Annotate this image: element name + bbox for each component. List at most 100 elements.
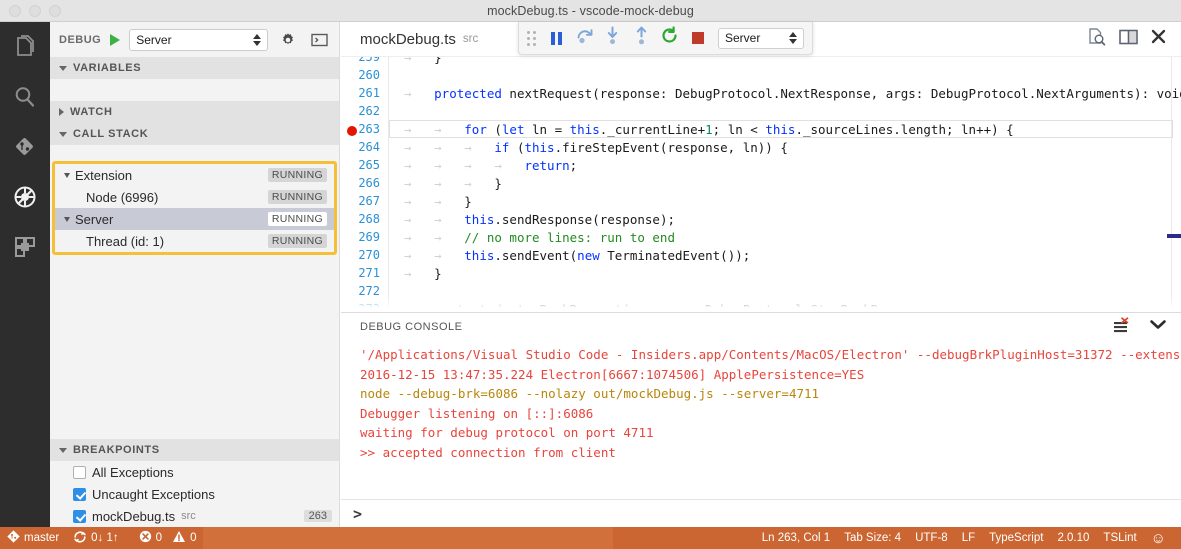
extensions-icon [13, 235, 37, 259]
code-line[interactable]: 268 → → this.sendResponse(response); [341, 210, 1181, 228]
status-tslint[interactable]: TSLint [1096, 527, 1143, 549]
call-stack-row[interactable]: Extension RUNNING [55, 164, 334, 186]
call-stack-row-selected[interactable]: Server RUNNING [55, 208, 334, 230]
breakpoint-checkbox[interactable] [73, 488, 86, 501]
line-number[interactable]: 261 [341, 86, 389, 100]
code-line[interactable]: 269 → → // no more lines: run to end [341, 228, 1181, 246]
breakpoint-dot-icon[interactable] [347, 126, 357, 136]
step-out-icon [634, 26, 649, 50]
activity-item-search[interactable] [0, 72, 50, 122]
breakpoint-checkbox[interactable] [73, 466, 86, 479]
code-line[interactable]: 262 [341, 102, 1181, 120]
chevron-down-icon [59, 448, 67, 453]
line-number[interactable]: 269 [341, 230, 389, 244]
section-header-call-stack[interactable]: CALL STACK [50, 123, 339, 145]
line-number[interactable]: 262 [341, 104, 389, 118]
step-into-button[interactable] [601, 25, 625, 51]
status-eol[interactable]: LF [955, 527, 982, 549]
activity-item-debug[interactable] [0, 172, 50, 222]
code-line[interactable]: 261 → protected nextRequest(response: De… [341, 84, 1181, 102]
status-typescript-version[interactable]: 2.0.10 [1050, 527, 1096, 549]
step-out-button[interactable] [629, 25, 653, 51]
status-tab-size[interactable]: Tab Size: 4 [837, 527, 908, 549]
debug-session-select[interactable]: Server [718, 28, 804, 49]
breakpoint-row[interactable]: mockDebug.ts src 263 [50, 505, 339, 527]
call-stack-row[interactable]: Node (6996) RUNNING [55, 186, 334, 208]
gear-icon[interactable] [277, 29, 299, 51]
play-icon[interactable] [110, 34, 120, 46]
status-sync-label: 0↓ 1↑ [91, 532, 119, 544]
activity-item-extensions[interactable] [0, 222, 50, 272]
status-encoding[interactable]: UTF-8 [908, 527, 955, 549]
debug-session-value: Server [725, 31, 760, 45]
status-language-mode[interactable]: TypeScript [982, 527, 1050, 549]
line-number[interactable]: 271 [341, 266, 389, 280]
code-line[interactable]: 260 [341, 66, 1181, 84]
step-over-button[interactable] [572, 25, 596, 51]
status-sync[interactable]: 0↓ 1↑ [66, 527, 126, 549]
code-line[interactable]: 266 → → → } [341, 174, 1181, 192]
line-number[interactable]: 268 [341, 212, 389, 226]
status-feedback-smiley-icon[interactable]: ☺ [1144, 527, 1173, 549]
grip-icon[interactable] [527, 31, 536, 46]
line-number[interactable]: 270 [341, 248, 389, 262]
chevron-right-icon [59, 108, 64, 116]
pause-button[interactable] [544, 25, 568, 51]
open-preview-icon[interactable] [1087, 27, 1106, 51]
breakpoints-section: BREAKPOINTS All Exceptions Uncaught Exce… [50, 439, 339, 527]
debug-configuration-select[interactable]: Server [129, 29, 268, 51]
status-cursor-position[interactable]: Ln 263, Col 1 [755, 527, 837, 549]
line-number[interactable]: 265 [341, 158, 389, 172]
status-git-branch[interactable]: master [0, 527, 66, 549]
code-line[interactable]: 259 → } [341, 57, 1181, 66]
code-line[interactable]: 263 → → for (let ln = this._currentLine+… [341, 120, 1181, 138]
breakpoint-row[interactable]: All Exceptions [50, 461, 339, 483]
activity-item-explorer[interactable] [0, 22, 50, 72]
section-header-variables[interactable]: VARIABLES [50, 57, 339, 79]
line-number[interactable]: 267 [341, 194, 389, 208]
code-line[interactable]: 270 → → this.sendEvent(new TerminatedEve… [341, 246, 1181, 264]
code-editor[interactable]: 259 → }260 261 → protected nextRequest(r… [341, 57, 1181, 312]
call-stack-label: Server [75, 212, 113, 227]
code-line[interactable]: 265 → → → → return; [341, 156, 1181, 174]
line-number[interactable]: 260 [341, 68, 389, 82]
line-number[interactable]: 259 [341, 57, 389, 64]
chevron-down-icon [59, 132, 67, 137]
call-stack-row[interactable]: Thread (id: 1) RUNNING [55, 230, 334, 252]
console-output: '/Applications/Visual Studio Code - Insi… [341, 341, 1181, 493]
line-number[interactable]: 264 [341, 140, 389, 154]
line-number[interactable]: 266 [341, 176, 389, 190]
section-header-watch[interactable]: WATCH [50, 101, 339, 123]
breakpoint-checkbox[interactable] [73, 510, 86, 523]
clear-console-icon[interactable] [1113, 317, 1132, 338]
status-errors[interactable]: 0 0 [126, 527, 204, 549]
tab-mockdebug-ts[interactable]: mockDebug.ts [360, 31, 456, 48]
line-number[interactable]: 273 [341, 302, 389, 312]
close-editor-icon[interactable] [1151, 29, 1166, 49]
breakpoint-row[interactable]: Uncaught Exceptions [50, 483, 339, 505]
line-number[interactable]: 263 [341, 122, 389, 136]
editor-actions [1087, 27, 1181, 51]
code-line[interactable]: 264 → → → if (this.fireStepEvent(respons… [341, 138, 1181, 156]
activity-item-source-control[interactable] [0, 122, 50, 172]
code-line[interactable]: 273 → protected stepBackRequest(response… [341, 300, 1181, 312]
close-panel-icon[interactable] [1149, 318, 1167, 336]
line-number[interactable]: 272 [341, 284, 389, 298]
section-header-breakpoints[interactable]: BREAKPOINTS [50, 439, 339, 461]
debug-configuration-value: Server [136, 33, 171, 47]
breakpoint-label: Uncaught Exceptions [92, 487, 215, 502]
panel-header: DEBUG CONSOLE [341, 313, 1181, 341]
status-errors-label: 0 [156, 532, 162, 544]
stop-button[interactable] [686, 25, 710, 51]
split-editor-icon[interactable] [1119, 29, 1138, 50]
code-text [389, 68, 404, 83]
vscode-window: mockDebug.ts - vscode-mock-debug [0, 0, 1181, 549]
open-console-icon[interactable] [308, 29, 330, 51]
sync-icon [73, 530, 87, 547]
code-text: → } [389, 57, 442, 65]
code-line[interactable]: 272 [341, 282, 1181, 300]
code-line[interactable]: 271 → } [341, 264, 1181, 282]
code-line[interactable]: 267 → → } [341, 192, 1181, 210]
console-input[interactable]: > [341, 499, 1181, 527]
restart-button[interactable] [657, 25, 681, 51]
